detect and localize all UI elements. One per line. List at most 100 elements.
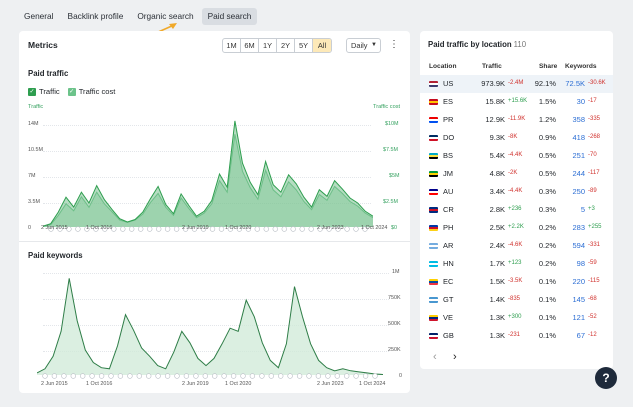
range-5y-button[interactable]: 5Y: [295, 39, 313, 52]
keywords-value[interactable]: 250: [557, 187, 585, 196]
location-row[interactable]: GT 1.4K -835 0.1% 145 -68: [420, 291, 613, 309]
event-marker: [353, 373, 359, 379]
share-value: 0.1%: [538, 295, 556, 304]
location-code[interactable]: AR: [443, 241, 453, 250]
traffic-value: 1.3K: [489, 331, 505, 340]
range-1y-button[interactable]: 1Y: [259, 39, 277, 52]
range-1m-button[interactable]: 1M: [223, 39, 241, 52]
location-code[interactable]: DO: [443, 133, 454, 142]
keywords-value[interactable]: 220: [557, 277, 585, 286]
location-row[interactable]: US 973.9K -2.4M 92.1% 72.5K -30.6K: [420, 75, 613, 93]
location-row[interactable]: EC 1.5K -3.5K 0.1% 220 -115: [420, 273, 613, 291]
metrics-panel: Metrics 1M 6M 1Y 2Y 5Y All Daily ▼ ⋮ Pai…: [19, 31, 410, 393]
location-code[interactable]: PR: [443, 115, 453, 124]
header-share[interactable]: Share: [539, 63, 557, 70]
location-code[interactable]: JM: [443, 169, 453, 178]
header-traffic[interactable]: Traffic: [482, 63, 502, 70]
location-code[interactable]: US: [443, 79, 453, 88]
event-marker: [287, 373, 293, 379]
location-code[interactable]: CR: [443, 205, 454, 214]
traffic-value: 12.9K: [485, 115, 505, 124]
event-marker: [51, 373, 58, 379]
tab-backlink-profile[interactable]: Backlink profile: [62, 8, 130, 25]
keywords-value[interactable]: 5: [557, 205, 585, 214]
traffic-value: 9.3K: [489, 133, 505, 142]
location-row[interactable]: GB 1.3K -231 0.1% 67 -12: [420, 327, 613, 345]
keywords-value[interactable]: 358: [557, 115, 585, 124]
location-code[interactable]: GT: [443, 295, 453, 304]
event-marker: [212, 373, 218, 379]
y-right-tick: $7.5M: [383, 147, 398, 153]
location-row[interactable]: VE 1.3K +300 0.1% 121 -52: [420, 309, 613, 327]
keywords-value[interactable]: 244: [557, 169, 585, 178]
y-tick: 7M: [28, 173, 36, 179]
location-row[interactable]: AR 2.4K -4.6K 0.2% 594 -331: [420, 237, 613, 255]
location-panel-title-text: Paid traffic by location: [428, 40, 512, 49]
location-row[interactable]: CR 2.8K +236 0.3% 5 +3: [420, 201, 613, 219]
location-code[interactable]: ES: [443, 97, 453, 106]
header-keywords[interactable]: Keywords: [565, 63, 597, 70]
traffic-value: 5.4K: [489, 151, 505, 160]
event-marker: [259, 373, 265, 379]
event-marker: [290, 226, 296, 232]
event-marker: [344, 373, 350, 379]
kebab-icon[interactable]: ⋮: [389, 38, 399, 53]
location-row[interactable]: ES 15.8K +15.6K 1.5% 30 -17: [420, 93, 613, 111]
location-code[interactable]: HN: [443, 259, 454, 268]
y-right-tick: $10M: [385, 121, 399, 127]
keywords-value[interactable]: 72.5K: [557, 79, 585, 88]
share-value: 0.2%: [538, 259, 556, 268]
event-marker: [98, 373, 105, 379]
event-marker: [164, 226, 171, 232]
keywords-value[interactable]: 98: [557, 259, 585, 268]
keywords-value[interactable]: 418: [557, 133, 585, 142]
header-location[interactable]: Location: [429, 63, 456, 70]
keywords-area: [37, 278, 383, 375]
range-all-button[interactable]: All: [313, 39, 331, 52]
location-row[interactable]: PH 2.5K +2.2K 0.2% 283 +255: [420, 219, 613, 237]
location-row[interactable]: BS 5.4K -4.4K 0.5% 251 -70: [420, 147, 613, 165]
legend-traffic[interactable]: ✓ Traffic: [28, 87, 60, 96]
help-button[interactable]: ?: [595, 367, 617, 389]
location-code[interactable]: VE: [443, 313, 453, 322]
location-code[interactable]: EC: [443, 277, 453, 286]
keywords-value[interactable]: 67: [557, 331, 585, 340]
location-row[interactable]: JM 4.8K -2K 0.5% 244 -117: [420, 165, 613, 183]
location-row[interactable]: PR 12.9K -11.9K 1.2% 358 -335: [420, 111, 613, 129]
share-value: 92.1%: [534, 79, 556, 88]
metrics-title: Metrics: [28, 40, 58, 50]
keywords-delta: -331: [588, 242, 601, 248]
keywords-delta: -52: [588, 314, 597, 320]
keywords-value[interactable]: 145: [557, 295, 585, 304]
range-6m-button[interactable]: 6M: [241, 39, 259, 52]
range-2y-button[interactable]: 2Y: [277, 39, 295, 52]
tab-general[interactable]: General: [18, 8, 60, 25]
keywords-value[interactable]: 121: [557, 313, 585, 322]
share-value: 0.1%: [538, 313, 556, 322]
location-code[interactable]: AU: [443, 187, 453, 196]
event-marker: [61, 373, 67, 379]
event-marker: [263, 226, 270, 232]
location-code[interactable]: GB: [443, 331, 454, 340]
keywords-value[interactable]: 594: [557, 241, 585, 250]
traffic-delta: -4.6K: [508, 242, 523, 248]
location-row[interactable]: HN 1.7K +123 0.2% 98 -59: [420, 255, 613, 273]
tab-paid-search[interactable]: Paid search: [201, 8, 258, 25]
keywords-value[interactable]: 251: [557, 151, 585, 160]
keywords-value[interactable]: 30: [557, 97, 585, 106]
granularity-select[interactable]: Daily ▼: [346, 38, 381, 53]
pager-prev-icon[interactable]: ‹: [433, 351, 437, 363]
x-tick: 1 Oct 2024: [359, 381, 386, 387]
location-code[interactable]: BS: [443, 151, 453, 160]
legend-traffic-cost[interactable]: ✓ Traffic cost: [67, 87, 115, 96]
event-marker: [308, 226, 314, 232]
pager-next-icon[interactable]: ›: [453, 351, 457, 363]
location-row[interactable]: AU 3.4K -4.4K 0.3% 250 -89: [420, 183, 613, 201]
traffic-value: 2.5K: [489, 223, 505, 232]
keywords-delta: -70: [588, 152, 597, 158]
location-code[interactable]: PH: [443, 223, 453, 232]
share-value: 0.9%: [538, 133, 556, 142]
keywords-value[interactable]: 283: [557, 223, 585, 232]
event-marker: [272, 226, 279, 232]
location-row[interactable]: DO 9.3K -8K 0.9% 418 -268: [420, 129, 613, 147]
